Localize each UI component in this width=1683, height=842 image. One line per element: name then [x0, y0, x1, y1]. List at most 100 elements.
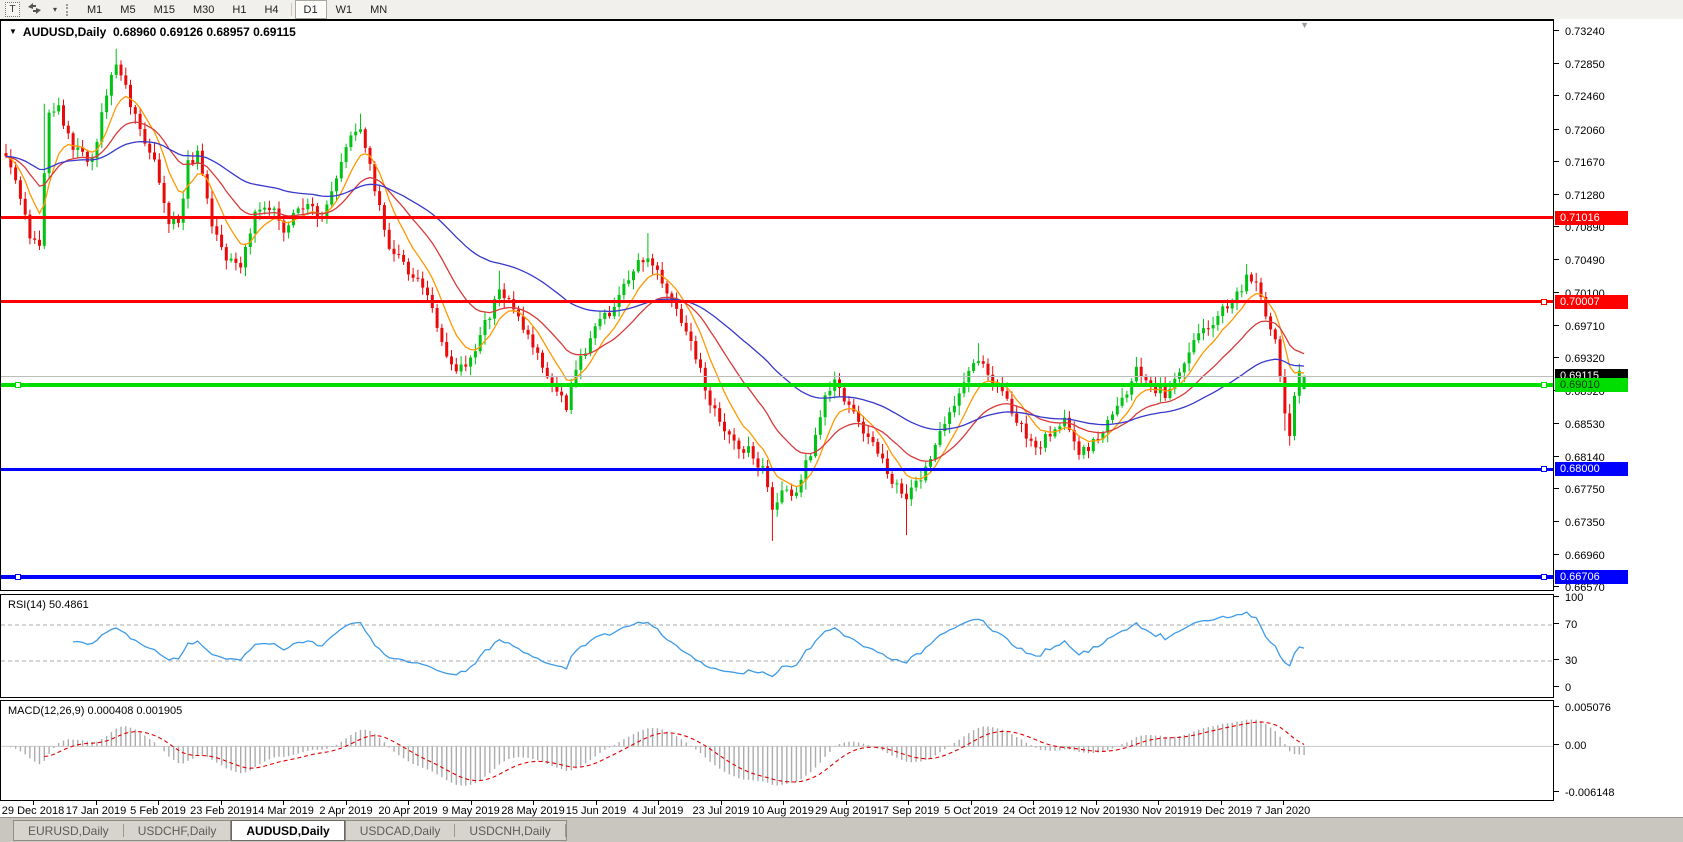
macd-signal-line: [44, 722, 1304, 782]
line-handle[interactable]: [1541, 574, 1547, 580]
tick-mark: [1554, 226, 1559, 227]
pointer-mode-icon: [27, 2, 42, 18]
tick-mark: [1554, 194, 1559, 195]
timeframe-button-h4[interactable]: H4: [255, 0, 287, 19]
chart-tab-bar: EURUSD,DailyUSDCHF,DailyAUDUSD,DailyUSDC…: [0, 817, 1683, 842]
tab-usdchf-daily[interactable]: USDCHF,Daily: [124, 822, 231, 840]
date-label: 4 Jul 2019: [633, 805, 684, 817]
tab-usdcnh-daily[interactable]: USDCNH,Daily: [455, 822, 564, 840]
date-label: 28 May 2019: [501, 805, 565, 817]
tick-mark: [1554, 706, 1559, 707]
date-label: 2 Apr 2019: [319, 805, 372, 817]
tick-mark: [1554, 521, 1559, 522]
tick-mark: [1554, 488, 1559, 489]
tick-mark: [1554, 456, 1559, 457]
date-label: 5 Feb 2019: [130, 805, 186, 817]
price-tick-label: 0.68530: [1554, 418, 1605, 432]
timeframe-button-group: M1M5M15M30H1H4 D1W1MN: [78, 0, 396, 19]
date-label: 29 Aug 2019: [815, 805, 877, 817]
price-tick-label: 0.71280: [1554, 189, 1605, 203]
macd-tick-label: 0.00: [1554, 739, 1586, 753]
line-handle[interactable]: [15, 574, 21, 580]
tab-usdcad-daily[interactable]: USDCAD,Daily: [346, 822, 455, 840]
price-line-label: 0.68000: [1555, 462, 1628, 476]
tick-mark: [1554, 554, 1559, 555]
tick-mark: [1554, 129, 1559, 130]
line-handle[interactable]: [1541, 466, 1547, 472]
rsi-canvas[interactable]: [1, 595, 1553, 697]
date-label: 17 Jan 2019: [66, 805, 127, 817]
price-line-label: 0.66706: [1555, 570, 1628, 584]
price-line-label: 0.70007: [1555, 295, 1628, 309]
pointer-mode-button[interactable]: [20, 2, 49, 17]
timeframe-button-h1[interactable]: H1: [223, 0, 255, 19]
candlestick-canvas[interactable]: [1, 21, 1553, 590]
tab-group: EURUSD,DailyUSDCHF,Daily: [13, 820, 231, 841]
tab-eurusd-daily[interactable]: EURUSD,Daily: [14, 822, 123, 840]
chart-ohlc-values: 0.68960 0.69126 0.68957 0.69115: [113, 25, 296, 39]
tab-audusd-daily[interactable]: AUDUSD,Daily: [231, 820, 344, 841]
price-tick-label: 0.71670: [1554, 156, 1605, 170]
timeframe-button-m30[interactable]: M30: [184, 0, 223, 19]
price-axis[interactable]: 0.73240 0.72850 0.72460 0.72060 0.71670 0.712…: [1554, 19, 1683, 818]
price-tick-label: 0.72460: [1554, 90, 1605, 104]
collapse-arrow-icon[interactable]: ▼: [9, 27, 17, 36]
timeframe-button-w1[interactable]: W1: [327, 0, 362, 19]
tick-mark: [1554, 30, 1559, 31]
macd-label: MACD(12,26,9) 0.000408 0.001905: [8, 705, 182, 717]
date-label: 30 Nov 2019: [1127, 805, 1189, 817]
date-label: 10 Aug 2019: [752, 805, 814, 817]
horizontal-line-0.6901[interactable]: [1, 383, 1553, 387]
tick-mark: [1554, 596, 1559, 597]
rsi-tick-label: 0: [1554, 681, 1571, 695]
price-tick-label: 0.70490: [1554, 254, 1605, 268]
horizontal-line-0.71016[interactable]: [1, 216, 1553, 219]
tick-mark: [1554, 161, 1559, 162]
line-handle[interactable]: [1541, 299, 1547, 305]
tick-mark: [1554, 95, 1559, 96]
tick-mark: [1554, 292, 1559, 293]
macd-canvas[interactable]: [1, 701, 1553, 800]
macd-tick-label: -0.006148: [1554, 786, 1615, 800]
horizontal-line-0.69115[interactable]: [1, 376, 1553, 377]
price-tick-label: 0.73240: [1554, 25, 1605, 39]
toolbar-separator: [291, 3, 292, 16]
chevron-down-icon[interactable]: ▾: [49, 2, 61, 17]
date-label: 29 Dec 2018: [2, 805, 64, 817]
horizontal-line-0.66706[interactable]: [1, 575, 1553, 579]
chart-shift-marker-icon[interactable]: ▼: [1300, 20, 1309, 30]
text-tool-button[interactable]: T: [5, 2, 20, 17]
price-chart-panel[interactable]: ▼AUDUSD,Daily 0.68960 0.69126 0.68957 0.…: [0, 19, 1554, 591]
price-tick-label: 0.72060: [1554, 124, 1605, 138]
date-label: 5 Oct 2019: [944, 805, 998, 817]
horizontal-line-0.68[interactable]: [1, 468, 1553, 471]
timeframe-button-m1[interactable]: M1: [78, 0, 111, 19]
tick-mark: [1554, 659, 1559, 660]
rsi-tick-label: 100: [1554, 591, 1583, 605]
rsi-indicator-panel[interactable]: RSI(14) 50.4861: [0, 594, 1554, 698]
line-handle[interactable]: [1541, 382, 1547, 388]
horizontal-line-0.70007[interactable]: [1, 300, 1553, 303]
tick-mark: [1554, 686, 1559, 687]
trading-terminal-window: T ▾ M1M5M15M30H1H4D1W1MN ▼AUDUSD,Daily 0…: [0, 0, 1683, 842]
rsi-tick-label: 70: [1554, 618, 1577, 632]
tick-mark: [1554, 63, 1559, 64]
date-label: 23 Feb 2019: [190, 805, 252, 817]
price-line-label: 0.69010: [1555, 378, 1628, 392]
top-toolbar: T ▾ M1M5M15M30H1H4 D1W1MN: [0, 0, 1683, 20]
price-tick-label: 0.72850: [1554, 58, 1605, 72]
timeframe-button-mn[interactable]: MN: [361, 0, 396, 19]
timeframe-button-m15[interactable]: M15: [145, 0, 184, 19]
rsi-label: RSI(14) 50.4861: [8, 599, 89, 611]
date-label: 9 May 2019: [442, 805, 499, 817]
timeframe-button-m5[interactable]: M5: [111, 0, 144, 19]
price-tick-label: 0.66960: [1554, 549, 1605, 563]
price-line-label: 0.71016: [1555, 211, 1628, 225]
rsi-tick-label: 30: [1554, 654, 1577, 668]
line-handle[interactable]: [15, 382, 21, 388]
macd-tick-label: 0.005076: [1554, 701, 1611, 715]
tick-mark: [1554, 325, 1559, 326]
time-axis[interactable]: 29 Dec 201817 Jan 20195 Feb 2019 23 Feb 2…: [0, 801, 1554, 818]
timeframe-button-d1[interactable]: D1: [295, 0, 327, 19]
macd-indicator-panel[interactable]: MACD(12,26,9) 0.000408 0.001905: [0, 700, 1554, 801]
